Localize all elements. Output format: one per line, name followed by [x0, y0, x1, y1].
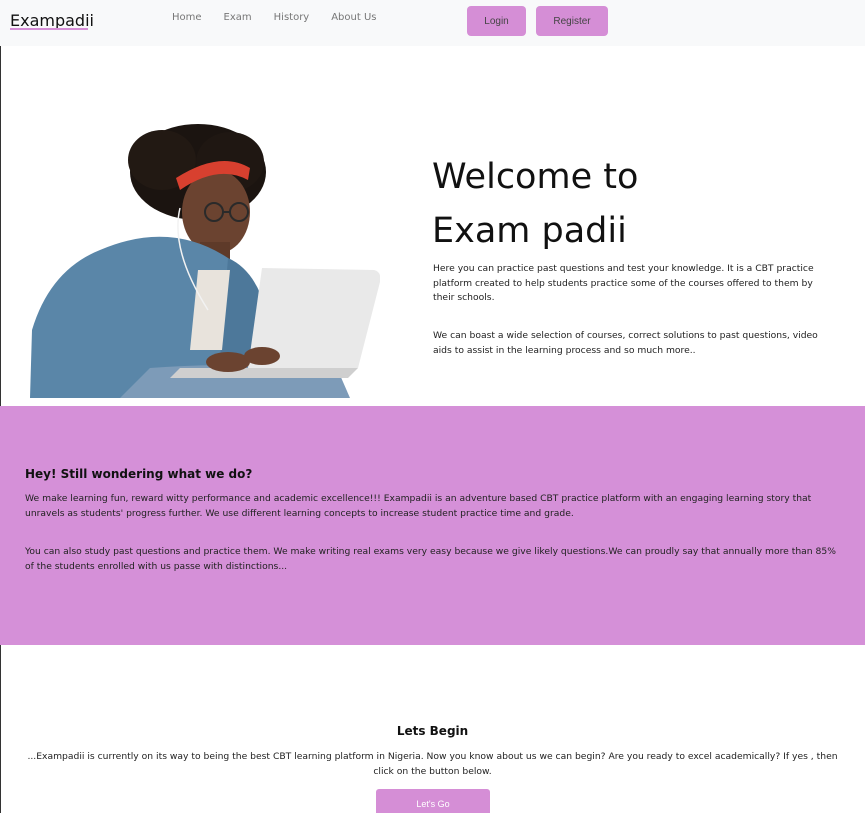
nav-link-about-us[interactable]: About Us: [331, 12, 376, 23]
hero-title-line2: Exam padii: [432, 211, 627, 251]
begin-heading: Lets Begin: [396, 724, 469, 738]
nav-link-home[interactable]: Home: [172, 12, 202, 23]
hero-paragraph-1: Here you can practice past questions and…: [433, 263, 814, 303]
login-button[interactable]: Login: [467, 6, 526, 36]
lets-go-button[interactable]: Let's Go: [376, 789, 490, 813]
brand-underline: [10, 28, 88, 30]
about-paragraph-1: We make learning fun, reward witty perfo…: [25, 493, 812, 519]
hero-paragraph-2: We can boast a wide selection of courses…: [433, 330, 818, 356]
about-section: Hey! Still wondering what we do? We make…: [0, 406, 865, 645]
hero-student-laptop-image: [30, 124, 380, 398]
nav-link-history[interactable]: History: [274, 12, 310, 23]
navbar: Exampadii Home Exam History About Us Log…: [0, 0, 865, 46]
about-heading: Hey! Still wondering what we do?: [25, 467, 253, 481]
nav-link-exam[interactable]: Exam: [224, 12, 252, 23]
about-paragraph-2: You can also study past questions and pr…: [25, 546, 836, 572]
register-button[interactable]: Register: [536, 6, 608, 36]
hero-title: Welcome to Exam padii: [432, 150, 832, 258]
begin-paragraph: ...Exampadii is currently on its way to …: [27, 751, 838, 777]
hero-title-line1: Welcome to: [432, 157, 639, 197]
nav-links: Home Exam History About Us: [172, 12, 399, 23]
